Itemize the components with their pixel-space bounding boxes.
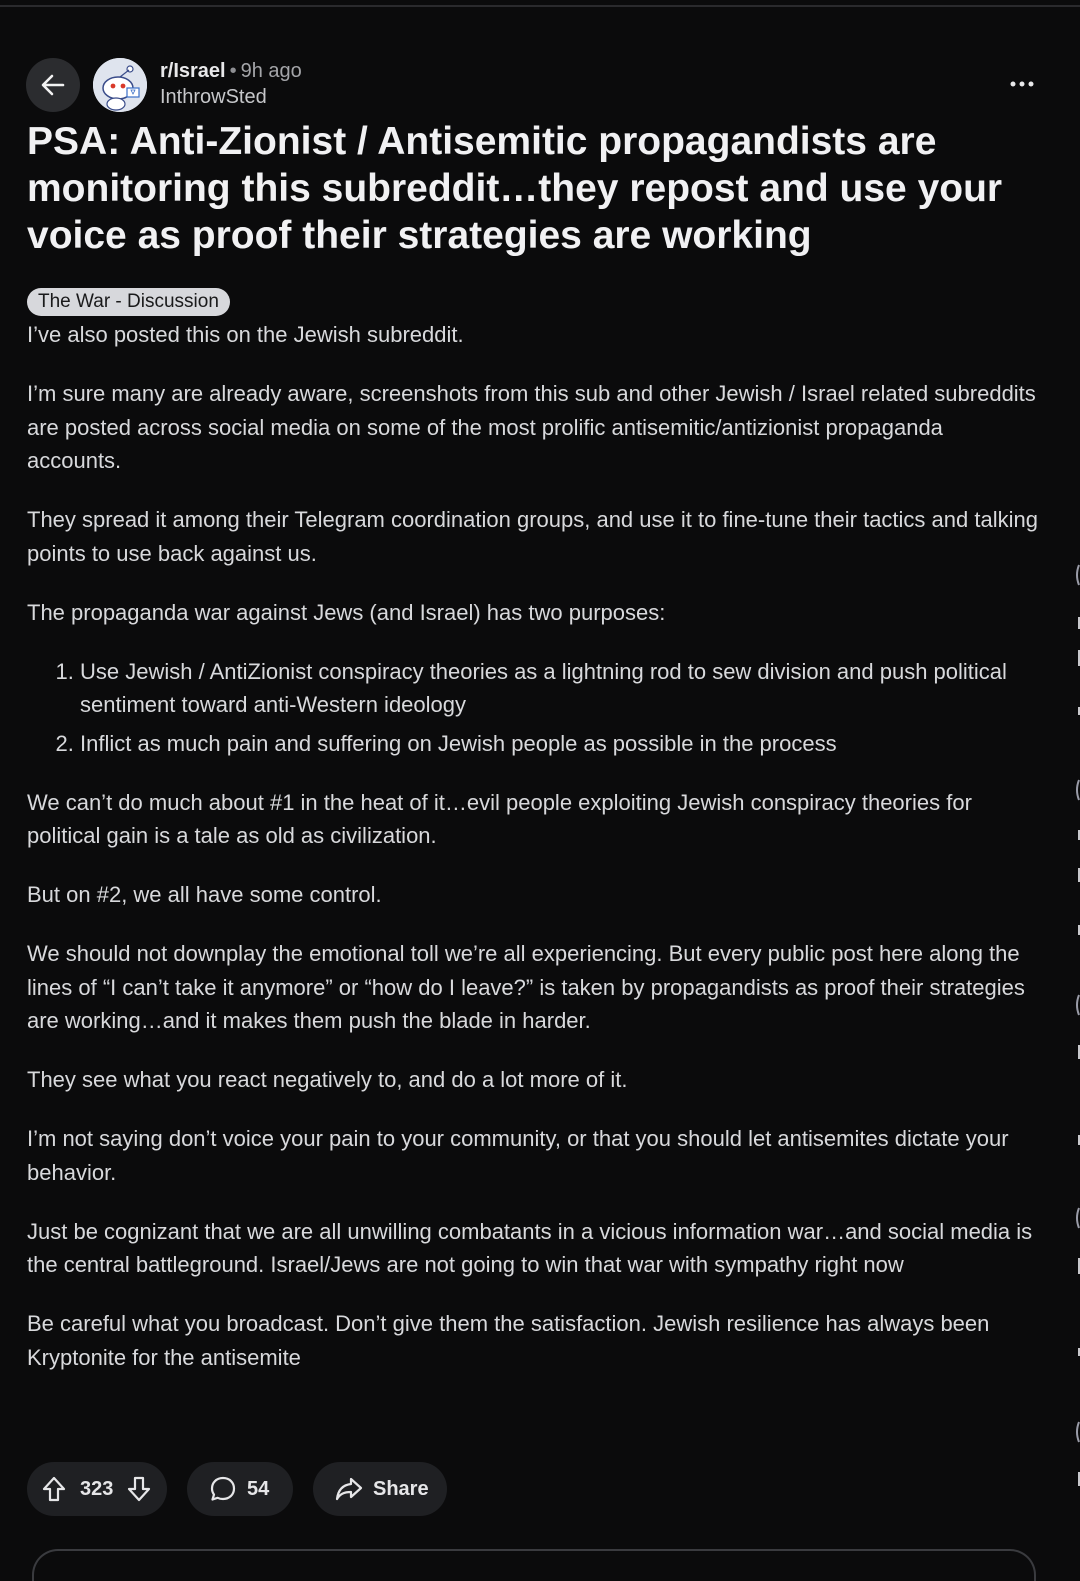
more-horizontal-icon	[1010, 81, 1034, 87]
post-body: I’ve also posted this on the Jewish subr…	[27, 318, 1039, 1400]
comment-bubble-icon	[210, 1476, 236, 1501]
body-paragraph: I’m not saying don’t voice your pain to …	[27, 1126, 1009, 1185]
post-title: PSA: Anti-Zionist / Antisemitic propagan…	[27, 120, 1003, 257]
share-button[interactable]: Share	[313, 1462, 447, 1516]
post-flair[interactable]: The War - Discussion	[27, 288, 230, 316]
downvote-arrow-icon	[128, 1476, 151, 1502]
arrow-left-icon	[41, 74, 65, 96]
subreddit-avatar[interactable]	[93, 58, 147, 112]
body-paragraph: I’m sure many are already aware, screens…	[27, 381, 1036, 473]
body-paragraph: Be careful what you broadcast. Don’t giv…	[27, 1311, 990, 1370]
list-item: Inflict as much pain and suffering on Je…	[80, 727, 1039, 761]
share-arrow-icon	[335, 1477, 363, 1501]
body-paragraph: But on #2, we all have some control.	[27, 882, 382, 907]
meta-separator: •	[229, 60, 237, 82]
comments-button[interactable]: 54	[187, 1462, 293, 1516]
more-options-button[interactable]	[1000, 66, 1044, 102]
share-label: Share	[373, 1477, 429, 1500]
post-time: 9h ago	[240, 60, 302, 82]
comment-composer-edge[interactable]	[32, 1549, 1036, 1581]
upvote-count: 323	[80, 1477, 114, 1500]
body-paragraph: They see what you react negatively to, a…	[27, 1067, 628, 1092]
snoo-avatar-icon	[93, 58, 147, 112]
vote-bar: 323	[27, 1462, 167, 1516]
purposes-list: Use Jewish / AntiZionist conspiracy theo…	[27, 655, 1039, 761]
body-paragraph: I’ve also posted this on the Jewish subr…	[27, 322, 464, 347]
subreddit-name[interactable]: r/Israel	[160, 60, 226, 82]
upvote-arrow-icon	[42, 1476, 66, 1502]
post-meta: r/Israel • 9h ago InthrowSted	[160, 58, 302, 110]
comment-count: 54	[247, 1477, 270, 1500]
top-divider	[0, 5, 1080, 7]
body-paragraph: We should not downplay the emotional tol…	[27, 941, 1025, 1033]
body-paragraph: They spread it among their Telegram coor…	[27, 507, 1038, 566]
body-paragraph: Just be cognizant that we are all unwill…	[27, 1218, 1033, 1278]
body-paragraph: We can’t do much about #1 in the heat of…	[27, 789, 972, 849]
downvote-button[interactable]	[126, 1475, 152, 1503]
right-edge-decoration	[1076, 564, 1080, 1486]
post-author[interactable]: InthrowSted	[160, 84, 302, 110]
body-paragraph: The propaganda war against Jews (and Isr…	[27, 599, 666, 625]
upvote-button[interactable]	[41, 1475, 67, 1503]
list-item: Use Jewish / AntiZionist conspiracy theo…	[80, 655, 1039, 722]
back-button[interactable]	[26, 58, 80, 112]
